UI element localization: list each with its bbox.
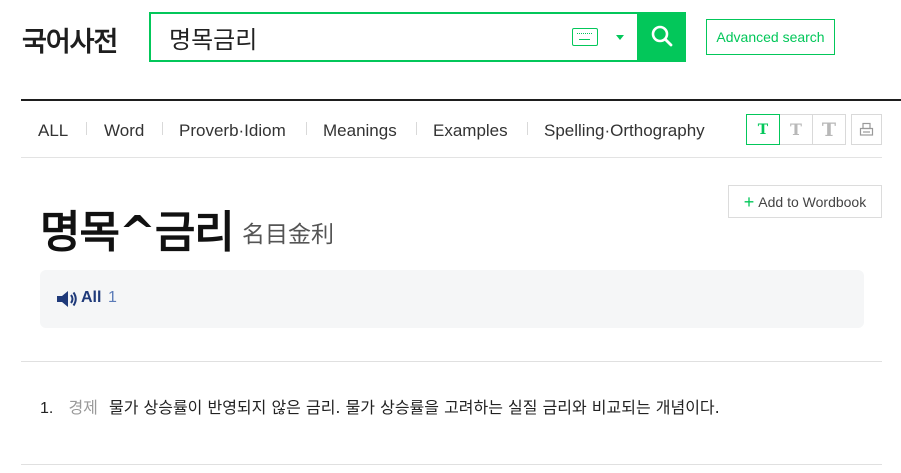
tab-meanings[interactable]: Meanings <box>323 121 397 141</box>
tab-proverb-idiom[interactable]: Proverb·Idiom <box>179 121 286 141</box>
tab-separator <box>162 122 163 135</box>
add-to-wordbook-button[interactable]: + Add to Wordbook <box>728 185 882 218</box>
tab-separator <box>527 122 528 135</box>
search-input[interactable] <box>169 22 559 52</box>
font-size-medium-button[interactable]: T <box>779 114 813 145</box>
print-button[interactable] <box>851 114 882 145</box>
tab-separator <box>86 122 87 135</box>
hanja: 名目金利 <box>242 222 334 248</box>
chevron-down-icon[interactable] <box>616 35 624 40</box>
tab-bar: ALL Word Proverb·Idiom Meanings Examples… <box>21 101 882 158</box>
tab-all[interactable]: ALL <box>38 121 68 141</box>
add-to-wordbook-label: Add to Wordbook <box>758 193 867 210</box>
definition-number: 1. <box>40 400 54 417</box>
font-size-large-button[interactable]: T <box>812 114 846 145</box>
tab-separator <box>416 122 417 135</box>
definition-text: 물가 상승률이 반영되지 않은 금리. 물가 상승률을 고려하는 실질 금리와 … <box>108 398 720 417</box>
font-size-small-button[interactable]: T <box>746 114 780 145</box>
plus-icon: + <box>743 191 755 212</box>
search-box <box>149 12 637 62</box>
definition-field[interactable]: 경제 <box>68 398 97 417</box>
advanced-search-button[interactable]: Advanced search <box>706 19 835 55</box>
print-icon <box>859 122 874 136</box>
tab-examples[interactable]: Examples <box>433 121 508 141</box>
tab-spelling-orthography[interactable]: Spelling·Orthography <box>544 121 705 141</box>
search-button[interactable] <box>637 12 686 62</box>
pronunciation-all-button[interactable]: All <box>81 289 101 307</box>
search-icon <box>651 25 673 47</box>
keyboard-icon[interactable] <box>572 28 598 46</box>
pronunciation-count: 1 <box>108 289 117 306</box>
pronunciation-box: All 1 <box>40 270 864 328</box>
section-divider <box>21 361 882 362</box>
bottom-divider <box>21 464 882 465</box>
tab-separator <box>306 122 307 135</box>
speaker-icon[interactable] <box>56 289 78 309</box>
logo[interactable]: 국어사전 <box>22 20 118 59</box>
definition-item: 1. 경제 물가 상승률이 반영되지 않은 금리. 물가 상승률을 고려하는 실… <box>40 394 882 418</box>
tab-word[interactable]: Word <box>104 121 144 141</box>
headword: 명목^금리 <box>40 207 235 258</box>
